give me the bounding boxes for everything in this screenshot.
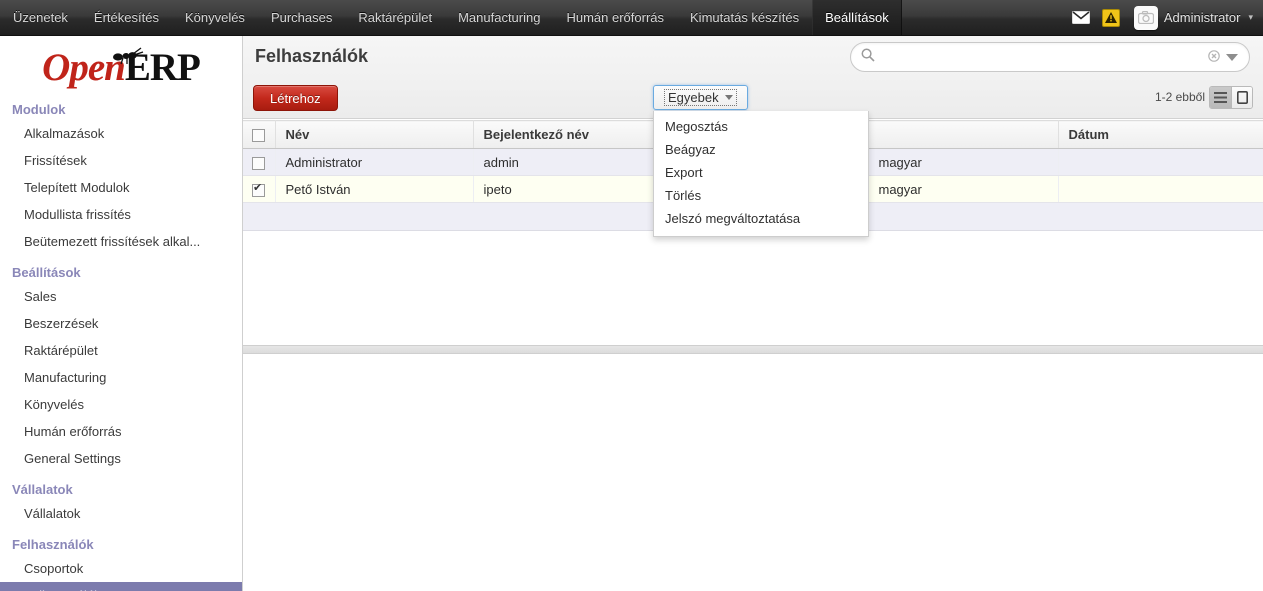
more-actions-label: Egyebek	[668, 90, 719, 105]
sidebar-item-manufacturing[interactable]: Manufacturing	[0, 364, 242, 391]
cell-language: magyar	[868, 175, 1059, 204]
envelope-icon[interactable]	[1070, 7, 1092, 29]
sidebar-group-title: Vállalatok	[12, 482, 73, 497]
page-title: Felhasználók	[255, 46, 369, 66]
sidebar-group-title: Beállítások	[12, 265, 81, 280]
cell-name: Pető István	[275, 175, 474, 204]
footer-cell	[868, 202, 1058, 232]
main-menu-tabs: Üzenetek Értékesítés Könyvelés Purchases Rak…	[0, 0, 902, 35]
nav-tab-kimutat-s-k-sz-t-s[interactable]: Kimutatás készítés	[677, 0, 812, 35]
dropdown-item-t-rl-s[interactable]: Törlés	[654, 184, 868, 207]
sidebar-group-title: Felhasználók	[12, 537, 94, 552]
sidebar-group-title: Modulok	[12, 102, 66, 117]
sidebar-item-beszerz-sek[interactable]: Beszerzések	[0, 310, 242, 337]
dropdown-item-export[interactable]: Export	[654, 161, 868, 184]
dropdown-item-be-gyaz[interactable]: Beágyaz	[654, 138, 868, 161]
search-icon	[861, 48, 875, 67]
cell-language: magyar	[868, 148, 1059, 177]
user-avatar-placeholder-icon	[1133, 5, 1158, 30]
cell-date	[1058, 175, 1263, 204]
chevron-down-icon[interactable]	[1226, 53, 1238, 61]
sidebar-item-v-llalatok[interactable]: Vállalatok	[0, 500, 242, 527]
content-divider-bar	[243, 345, 1263, 354]
nav-tab-rakt-r-p-let[interactable]: Raktárépület	[345, 0, 445, 35]
chevron-down-icon	[724, 95, 733, 100]
sidebar-item-alkalmaz-sok[interactable]: Alkalmazások	[0, 120, 242, 147]
nav-tab-zenetek[interactable]: Üzenetek	[0, 0, 81, 35]
search-bar[interactable]	[850, 42, 1250, 72]
dropdown-item-megoszt-s[interactable]: Megosztás	[654, 115, 868, 138]
user-menu[interactable]: Administrator ▾	[1130, 5, 1253, 30]
form-view-icon[interactable]	[1231, 87, 1252, 108]
sidebar: OpenERP Modulok Alkalmazások Frissítések Te…	[0, 36, 243, 591]
sidebar-item-telep-tett-modulok[interactable]: Telepített Modulok	[0, 174, 242, 201]
more-actions-button[interactable]: Egyebek	[653, 85, 748, 110]
clear-icon[interactable]	[1208, 49, 1220, 65]
ant-icon	[103, 46, 149, 71]
sidebar-item-csoportok[interactable]: Csoportok	[0, 555, 242, 582]
column-header-date[interactable]: Dátum	[1058, 119, 1263, 150]
sidebar-item-general-settings[interactable]: General Settings	[0, 445, 242, 472]
sidebar-item-be-temezett-friss-t-sek-alkal[interactable]: Beütemezett frissítések alkal...	[0, 228, 242, 255]
cell-date	[1058, 148, 1263, 177]
more-actions-button-inner: Egyebek	[664, 89, 737, 106]
nav-tab-be-ll-t-sok[interactable]: Beállítások	[812, 0, 902, 35]
sidebar-item-hum-n-er-forr-s[interactable]: Humán erőforrás	[0, 418, 242, 445]
sidebar-item-rakt-r-p-let[interactable]: Raktárépület	[0, 337, 242, 364]
cell-name: Administrator	[275, 148, 474, 177]
nav-tab-hum-n-er-forr-s[interactable]: Humán erőforrás	[553, 0, 677, 35]
sidebar-item-felhaszn-l-k[interactable]: Felhasználók	[0, 582, 242, 591]
warning-triangle-icon[interactable]	[1101, 8, 1120, 27]
row-select-cell	[243, 175, 276, 204]
sidebar-item-friss-t-sek[interactable]: Frissítések	[0, 147, 242, 174]
sidebar-item-modullista-friss-t-s[interactable]: Modullista frissítés	[0, 201, 242, 228]
list-view-icon[interactable]	[1210, 87, 1231, 108]
column-header-language[interactable]	[868, 119, 1059, 150]
column-header-name[interactable]: Név	[275, 119, 474, 150]
search-input[interactable]	[875, 49, 1208, 65]
select-all-header	[243, 119, 276, 150]
row-select-cell	[243, 148, 276, 177]
top-navbar: Üzenetek Értékesítés Könyvelés Purchases Rak…	[0, 0, 1263, 36]
footer-cell	[275, 202, 473, 232]
sidebar-menu: Modulok Alkalmazások Frissítések Telepített…	[0, 92, 242, 591]
create-button[interactable]: Létrehoz	[253, 85, 338, 111]
nav-tab-k-nyvel-s[interactable]: Könyvelés	[172, 0, 258, 35]
nav-tab-manufacturing[interactable]: Manufacturing	[445, 0, 553, 35]
footer-cell	[1058, 202, 1263, 232]
more-actions-dropdown: Megosztás Beágyaz Export Törlés Jelszó megvá…	[653, 111, 869, 237]
sidebar-item-k-nyvel-s[interactable]: Könyvelés	[0, 391, 242, 418]
navbar-right-area: Administrator ▾	[1070, 0, 1263, 35]
chevron-down-icon: ▾	[1248, 12, 1253, 22]
main-content: Felhasználók Létrehoz Egyebek 1-2 ebből …	[243, 36, 1263, 591]
content-header: Felhasználók Létrehoz Egyebek 1-2 ebből …	[243, 36, 1263, 119]
record-pager: 1-2 ebből 2	[1154, 90, 1215, 104]
row-select-checkbox[interactable]	[252, 182, 265, 197]
footer-cell	[243, 202, 275, 232]
sidebar-item-sales[interactable]: Sales	[0, 283, 242, 310]
openerp-logo[interactable]: OpenERP	[0, 36, 242, 92]
user-name-label: Administrator	[1163, 10, 1241, 25]
dropdown-item-jelsz-megv-ltoztat-sa[interactable]: Jelszó megváltoztatása	[654, 207, 868, 230]
nav-tab-rt-kes-t-s[interactable]: Értékesítés	[81, 0, 172, 35]
view-switcher	[1209, 86, 1253, 109]
nav-tab-purchases[interactable]: Purchases	[258, 0, 345, 35]
row-select-checkbox[interactable]	[252, 156, 265, 170]
select-all-checkbox[interactable]	[252, 129, 265, 143]
